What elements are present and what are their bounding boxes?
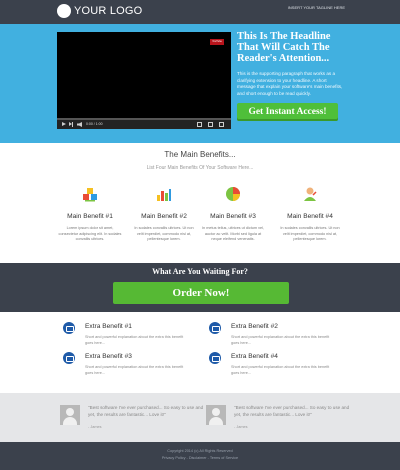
cta-title: What Are You Waiting For? <box>152 267 248 276</box>
order-now-button[interactable]: Order Now! <box>113 282 289 304</box>
monitor-icon <box>63 322 75 334</box>
extra-benefit-3: Extra Benefit #3 Short and powerful expl… <box>63 352 193 382</box>
play-icon[interactable] <box>62 122 66 126</box>
testimonial-1: "Best software I've ever purchased... So… <box>60 405 205 433</box>
benefit-title: Main Benefit #4 <box>287 213 333 220</box>
benefit-description: In sodales convallis ultrices. Ut non ve… <box>280 226 340 241</box>
main-benefit-4: Main Benefit #4 In sodales convallis ult… <box>277 186 343 241</box>
benefit-description: Lorem ipsum dolor sit amet, consectetur … <box>58 226 122 241</box>
video-player[interactable]: YouTube 0:00 / 1:00 <box>57 32 231 129</box>
benefit-description: In metus tellus, ultrices ut dictum vel,… <box>201 226 265 241</box>
avatar <box>60 405 80 425</box>
monitor-icon <box>209 322 221 334</box>
blocks-icon <box>82 186 98 202</box>
fullscreen-icon[interactable] <box>219 122 224 127</box>
video-brand-logo[interactable]: YouTube <box>210 39 224 45</box>
extra-benefit-description: Short and powerful explanation about the… <box>85 365 184 375</box>
video-time: 0:00 / 1:00 <box>86 122 103 126</box>
extra-benefit-title: Extra Benefit #3 <box>85 353 132 360</box>
extra-benefit-description: Short and powerful explanation about the… <box>231 335 330 345</box>
main-benefit-2: Main Benefit #2 In sodales convallis ult… <box>131 186 197 241</box>
benefits-subtitle: List Four Main Benefits Of Your Software… <box>146 165 254 171</box>
testimonial-author: - James <box>88 425 102 429</box>
testimonial-quote: "Best software I've ever purchased... So… <box>234 405 350 417</box>
testimonial-2: "Best software I've ever purchased... So… <box>206 405 351 433</box>
next-icon[interactable] <box>69 122 74 127</box>
extra-benefit-title: Extra Benefit #1 <box>85 323 132 330</box>
tagline: INSERT YOUR TAGLINE HERE <box>287 5 345 10</box>
extra-benefit-title: Extra Benefit #4 <box>231 353 278 360</box>
benefit-description: In sodales convallis ultrices. Ut non ve… <box>134 226 194 241</box>
logo-text[interactable]: YOUR LOGO <box>74 5 142 17</box>
avatar <box>206 405 226 425</box>
youtube-icon[interactable] <box>208 122 213 127</box>
extra-benefit-description: Short and powerful explanation about the… <box>85 335 184 345</box>
monitor-icon <box>63 352 75 364</box>
benefit-title: Main Benefit #2 <box>141 213 187 220</box>
testimonial-author: - James <box>234 425 248 429</box>
extra-benefit-4: Extra Benefit #4 Short and powerful expl… <box>209 352 339 382</box>
hero-paragraph: This is the supporting paragraph that wo… <box>237 71 343 96</box>
user-icon <box>302 186 318 202</box>
copyright: Copyright 2014 (c) All Rights Reserved <box>167 449 233 453</box>
video-controls: 0:00 / 1:00 <box>57 120 231 129</box>
extra-benefit-description: Short and powerful explanation about the… <box>231 365 330 375</box>
footer-links[interactable]: Privacy Policy - Disclaimer - Terms of S… <box>0 456 400 460</box>
extra-benefit-1: Extra Benefit #1 Short and powerful expl… <box>63 322 193 352</box>
main-benefits-section <box>0 143 400 263</box>
monitor-icon <box>209 352 221 364</box>
main-benefit-1: Main Benefit #1 Lorem ipsum dolor sit am… <box>57 186 123 241</box>
extra-benefit-title: Extra Benefit #2 <box>231 323 278 330</box>
main-benefit-3: Main Benefit #3 In metus tellus, ultrice… <box>200 186 266 241</box>
testimonial-quote: "Best software I've ever purchased... So… <box>88 405 204 417</box>
pie-icon <box>225 186 241 202</box>
benefit-title: Main Benefit #1 <box>67 213 113 220</box>
extra-benefits-section <box>0 312 400 393</box>
chart-icon <box>156 186 172 202</box>
hero-headline: This Is The Headline That Will Catch The… <box>237 31 331 64</box>
extra-benefit-2: Extra Benefit #2 Short and powerful expl… <box>209 322 339 352</box>
settings-icon[interactable] <box>197 122 202 127</box>
logo-icon[interactable] <box>57 4 71 18</box>
get-instant-access-button[interactable]: Get Instant Access! <box>237 103 338 121</box>
benefit-title: Main Benefit #3 <box>210 213 256 220</box>
volume-icon[interactable] <box>77 122 82 127</box>
benefits-title: The Main Benefits... <box>164 150 236 159</box>
